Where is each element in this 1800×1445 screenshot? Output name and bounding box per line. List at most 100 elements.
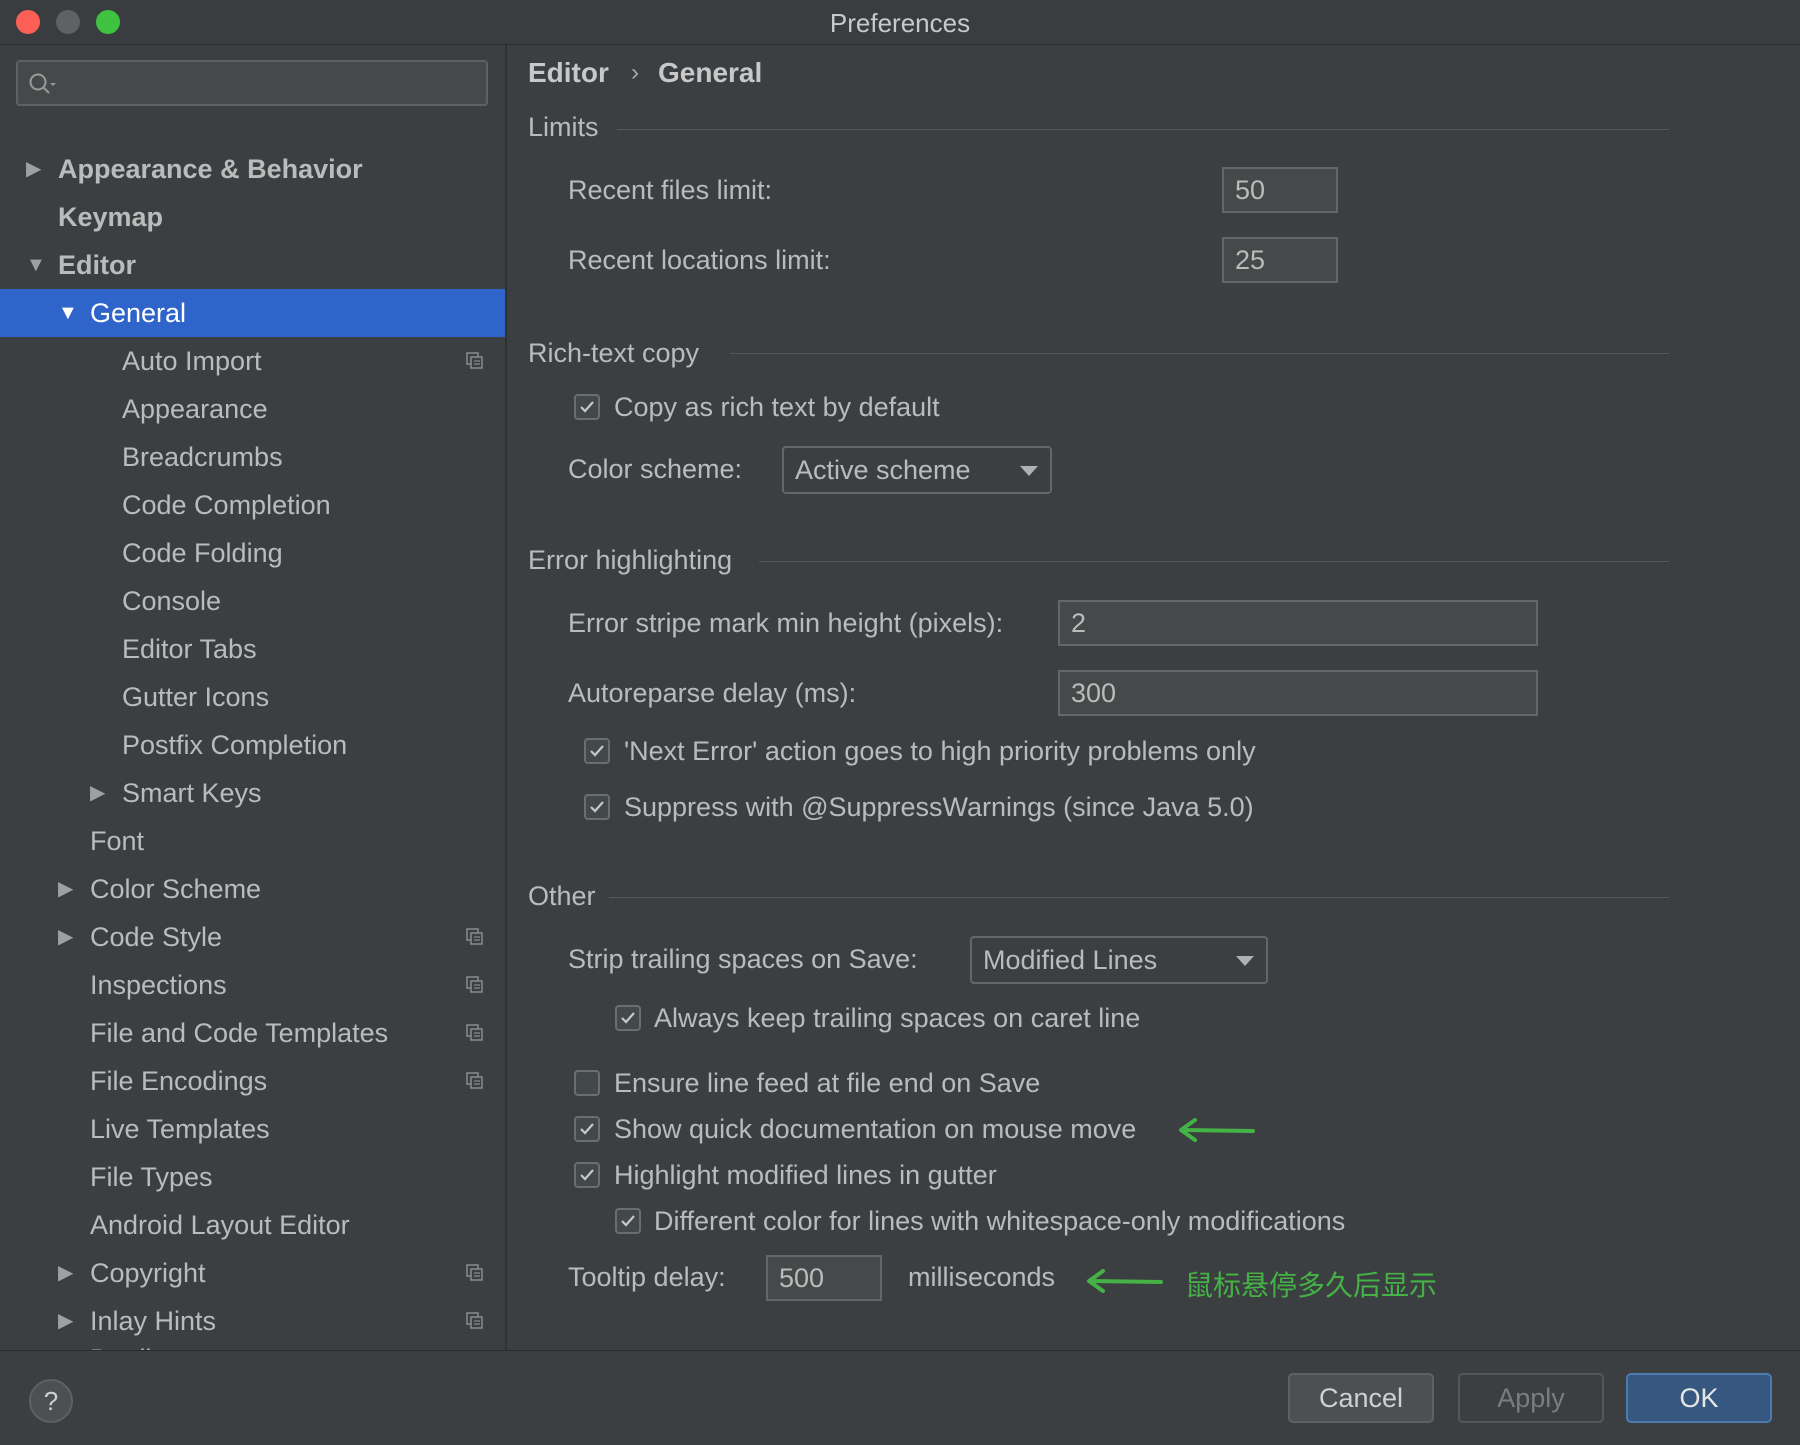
settings-tree: ▶ Appearance & Behavior Keymap ▼ Editor … — [0, 45, 507, 1350]
next-error-checkbox[interactable] — [584, 738, 610, 764]
sidebar-item-file-encodings[interactable]: File Encodings — [0, 1057, 505, 1105]
breadcrumb-separator: › — [631, 59, 639, 86]
sidebar-item-postfix-completion[interactable]: Postfix Completion — [0, 721, 505, 769]
section-title-other: Other — [528, 881, 596, 911]
copy-rich-text-checkbox[interactable] — [574, 394, 600, 420]
chevron-down-icon[interactable]: ▼ — [26, 241, 46, 289]
tooltip-delay-input[interactable]: 500 — [766, 1255, 882, 1301]
sidebar-item-gutter-icons[interactable]: Gutter Icons — [0, 673, 505, 721]
sidebar-item-label: Code Style — [90, 922, 223, 952]
chevron-right-icon[interactable]: ▶ — [26, 145, 41, 193]
autoreparse-delay-input[interactable]: 300 — [1058, 670, 1538, 716]
sidebar-item-file-types[interactable]: File Types — [0, 1153, 505, 1201]
breadcrumb-current: General — [658, 57, 763, 88]
color-scheme-label: Color scheme: — [568, 454, 743, 484]
sidebar-item-font[interactable]: Font — [0, 817, 505, 865]
checkmark-icon — [580, 1123, 594, 1135]
sidebar-item-label: Code Completion — [122, 490, 331, 520]
sidebar-item-label: Postfix Completion — [122, 730, 348, 760]
sidebar-item-label: Breadcrumbs — [122, 442, 283, 472]
tooltip-delay-unit: milliseconds — [908, 1262, 1056, 1292]
autoreparse-delay-label: Autoreparse delay (ms): — [568, 678, 857, 708]
sidebar-item-console[interactable]: Console — [0, 577, 505, 625]
window-title: Preferences — [829, 8, 971, 38]
keep-trailing-checkbox[interactable] — [615, 1005, 641, 1031]
sidebar-item-label: Keymap — [58, 202, 164, 232]
color-scheme-value: Active scheme — [795, 455, 971, 485]
color-scheme-select[interactable]: Active scheme — [782, 446, 1052, 494]
project-settings-icon — [466, 1312, 483, 1329]
different-color-label[interactable]: Different color for lines with whitespac… — [654, 1206, 1345, 1237]
search-input[interactable] — [16, 60, 488, 106]
tooltip-delay-label: Tooltip delay: — [568, 1262, 726, 1292]
strip-trailing-label: Strip trailing spaces on Save: — [568, 944, 918, 974]
dropdown-caret-icon — [1236, 956, 1254, 966]
sidebar-item-label: File Encodings — [90, 1066, 268, 1096]
suppress-warnings-checkbox[interactable] — [584, 794, 610, 820]
recent-files-label: Recent files limit: — [568, 175, 773, 205]
chevron-right-icon[interactable]: ▶ — [58, 865, 73, 913]
sidebar-item-android-layout-editor[interactable]: Android Layout Editor — [0, 1201, 505, 1249]
sidebar-item-code-style[interactable]: ▶ Code Style — [0, 913, 505, 961]
section-title-rich-text: Rich-text copy — [528, 338, 700, 368]
sidebar-item-duplicates[interactable]: Duplicates — [0, 1335, 505, 1350]
ensure-line-feed-checkbox[interactable] — [574, 1070, 600, 1096]
arrow-left-annotation-icon — [1087, 1269, 1163, 1293]
ensure-line-feed-label[interactable]: Ensure line feed at file end on Save — [614, 1068, 1040, 1099]
sidebar-item-auto-import[interactable]: Auto Import — [0, 337, 505, 385]
recent-files-input[interactable]: 50 — [1222, 167, 1338, 213]
project-settings-icon — [466, 928, 483, 945]
quick-doc-checkbox[interactable] — [574, 1116, 600, 1142]
section-title-limits: Limits — [528, 112, 599, 142]
highlight-modified-checkbox[interactable] — [574, 1162, 600, 1188]
sidebar-item-label: General — [90, 298, 187, 328]
sidebar-item-label: File and Code Templates — [90, 1018, 389, 1048]
copy-rich-text-label[interactable]: Copy as rich text by default — [614, 392, 940, 423]
different-color-checkbox[interactable] — [615, 1208, 641, 1234]
sidebar-item-appearance[interactable]: Appearance — [0, 385, 505, 433]
next-error-label[interactable]: 'Next Error' action goes to high priorit… — [624, 736, 1256, 767]
sidebar-item-label: Appearance — [122, 394, 268, 424]
help-button[interactable]: ? — [29, 1379, 73, 1423]
strip-trailing-select[interactable]: Modified Lines — [970, 936, 1268, 984]
sidebar-item-code-completion[interactable]: Code Completion — [0, 481, 505, 529]
section-divider — [617, 129, 1669, 130]
sidebar-item-label: Code Folding — [122, 538, 283, 568]
sidebar-item-label: Duplicates — [90, 1335, 216, 1350]
tooltip-annotation-text: 鼠标悬停多久后显示 — [1185, 1270, 1438, 1301]
sidebar-item-appearance-behavior[interactable]: ▶ Appearance & Behavior — [0, 145, 505, 193]
breadcrumb-parent[interactable]: Editor — [528, 57, 609, 89]
sidebar-item-file-code-templates[interactable]: File and Code Templates — [0, 1009, 505, 1057]
sidebar-item-label: Inspections — [90, 970, 227, 1000]
sidebar-item-code-folding[interactable]: Code Folding — [0, 529, 505, 577]
sidebar-item-inspections[interactable]: Inspections — [0, 961, 505, 1009]
chevron-down-icon[interactable]: ▼ — [58, 289, 78, 337]
sidebar-item-copyright[interactable]: ▶ Copyright — [0, 1249, 505, 1297]
suppress-warnings-label[interactable]: Suppress with @SuppressWarnings (since J… — [624, 792, 1254, 823]
sidebar-item-smart-keys[interactable]: ▶ Smart Keys — [0, 769, 505, 817]
cancel-button[interactable]: Cancel — [1288, 1373, 1434, 1423]
highlight-modified-label[interactable]: Highlight modified lines in gutter — [614, 1160, 997, 1191]
recent-locations-input[interactable]: 25 — [1222, 237, 1338, 283]
strip-trailing-value: Modified Lines — [983, 945, 1158, 975]
sidebar-item-breadcrumbs[interactable]: Breadcrumbs — [0, 433, 505, 481]
chevron-right-icon[interactable]: ▶ — [90, 769, 105, 817]
chevron-right-icon[interactable]: ▶ — [58, 913, 73, 961]
project-settings-icon — [466, 1264, 483, 1281]
sidebar-item-color-scheme[interactable]: ▶ Color Scheme — [0, 865, 505, 913]
stripe-height-input[interactable]: 2 — [1058, 600, 1538, 646]
sidebar-item-keymap[interactable]: Keymap — [0, 193, 505, 241]
sidebar-item-label: Live Templates — [90, 1114, 270, 1144]
sidebar-item-label: Android Layout Editor — [90, 1210, 350, 1240]
chevron-right-icon[interactable]: ▶ — [58, 1249, 73, 1297]
apply-button[interactable]: Apply — [1458, 1373, 1604, 1423]
ok-button[interactable]: OK — [1626, 1373, 1772, 1423]
section-divider — [759, 561, 1669, 562]
quick-doc-label[interactable]: Show quick documentation on mouse move — [614, 1114, 1136, 1145]
keep-trailing-label[interactable]: Always keep trailing spaces on caret lin… — [654, 1003, 1140, 1034]
sidebar-item-editor[interactable]: ▼ Editor — [0, 241, 505, 289]
sidebar-item-live-templates[interactable]: Live Templates — [0, 1105, 505, 1153]
sidebar-item-general[interactable]: ▼ General — [0, 289, 505, 337]
sidebar-item-editor-tabs[interactable]: Editor Tabs — [0, 625, 505, 673]
checkmark-icon — [621, 1012, 635, 1024]
